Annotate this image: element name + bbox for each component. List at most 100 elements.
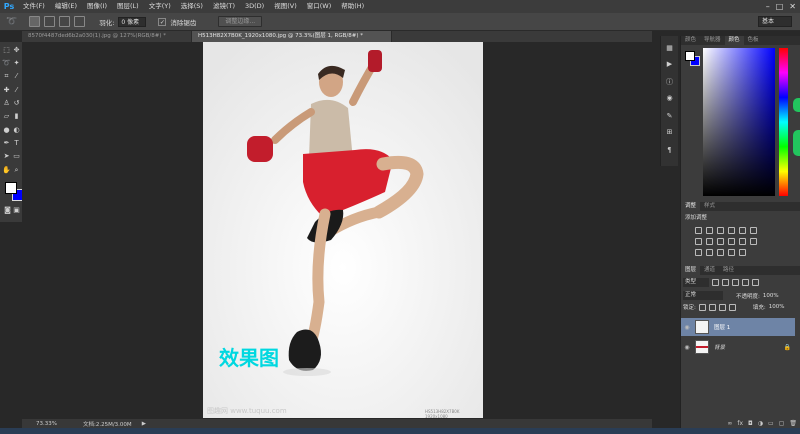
add-mask-icon[interactable]: ◘ <box>748 420 753 427</box>
menu-type[interactable]: 文字(Y) <box>144 0 176 13</box>
layer-kind-filter[interactable]: 类型 <box>683 278 709 287</box>
foreground-color-swatch[interactable] <box>5 182 17 194</box>
tab-color-2[interactable]: 颜色 <box>724 36 744 45</box>
actions-play-icon[interactable]: ▶ <box>665 60 674 69</box>
history-brush-icon[interactable]: ↺ <box>12 99 21 108</box>
brush-presets-icon[interactable]: ✎ <box>665 112 674 121</box>
opacity-input[interactable]: 100% <box>763 293 779 299</box>
magic-wand-icon[interactable]: ✦ <box>12 59 21 68</box>
crop-tool-icon[interactable]: ⌗ <box>2 72 11 81</box>
tab-paths[interactable]: 路径 <box>719 266 738 275</box>
pen-tool-icon[interactable]: ✒ <box>2 139 11 148</box>
layer-row-layer1[interactable]: ◉ 图层 1 <box>681 318 795 336</box>
new-selection-icon[interactable] <box>29 16 41 27</box>
tab-layers[interactable]: 图层 <box>681 266 701 275</box>
exposure-icon[interactable] <box>728 227 735 234</box>
layer-name[interactable]: 图层 1 <box>714 323 730 331</box>
menu-view[interactable]: 视图(V) <box>269 0 302 13</box>
lock-image-icon[interactable] <box>708 303 716 311</box>
color-picker-fg-swatch[interactable] <box>685 51 695 61</box>
type-tool-icon[interactable]: T <box>12 139 21 148</box>
smart-object-filter-icon[interactable] <box>752 279 759 286</box>
channel-mixer-icon[interactable] <box>739 238 746 245</box>
menu-window[interactable]: 窗口(W) <box>302 0 337 13</box>
shape-tool-icon[interactable]: ▭ <box>12 152 21 161</box>
document-canvas[interactable]: 效果图 图趣网 www.tuquu.com HS513H82X7B0K 1920… <box>203 42 483 418</box>
selective-color-icon[interactable] <box>728 249 735 256</box>
color-field[interactable] <box>703 48 775 196</box>
healing-brush-icon[interactable]: ✚ <box>2 86 11 95</box>
lock-position-icon[interactable] <box>718 303 726 311</box>
color-balance-icon[interactable] <box>706 238 713 245</box>
color-lookup-icon[interactable] <box>750 238 757 245</box>
menu-edit[interactable]: 编辑(E) <box>50 0 82 13</box>
clone-source-icon[interactable]: ⊞ <box>665 128 674 137</box>
menu-filter[interactable]: 滤镜(T) <box>208 0 240 13</box>
clone-stamp-icon[interactable]: ♙ <box>2 99 11 108</box>
status-arrow-icon[interactable]: ▶ <box>142 421 146 427</box>
brush-tool-icon[interactable]: ⁄ <box>12 86 21 95</box>
tab-document-2[interactable]: H513H82X7B0K_1920x1080.jpg @ 73.3%(图层 1,… <box>192 31 392 42</box>
paragraph-panel-icon[interactable]: ¶ <box>665 146 674 155</box>
add-selection-icon[interactable] <box>44 16 56 27</box>
pixel-filter-icon[interactable] <box>712 279 719 286</box>
refine-edge-button[interactable]: 调整边缘... <box>218 16 263 27</box>
invert-icon[interactable] <box>695 249 702 256</box>
tab-color-1[interactable]: 颜色 <box>681 36 700 45</box>
black-white-icon[interactable] <box>717 238 724 245</box>
layer-style-icon[interactable]: fx <box>737 420 743 427</box>
tab-adjustments[interactable]: 调整 <box>681 202 701 211</box>
gradient-tool-icon[interactable]: ▮ <box>12 112 21 121</box>
dodge-tool-icon[interactable]: ◐ <box>12 126 21 135</box>
move-tool-icon[interactable]: ✥ <box>12 46 21 55</box>
photo-filter-icon[interactable] <box>728 238 735 245</box>
minimize-icon[interactable]: – <box>766 0 770 13</box>
vibrance-icon[interactable] <box>739 227 746 234</box>
intersect-selection-icon[interactable] <box>74 16 86 27</box>
lasso-tool-preset-icon[interactable]: ➰ <box>6 17 17 27</box>
tab-channels[interactable]: 通道 <box>700 266 719 275</box>
link-layers-icon[interactable]: ∞ <box>727 420 732 427</box>
maximize-icon[interactable]: □ <box>776 0 784 13</box>
zoom-level[interactable]: 73.33% <box>36 421 57 427</box>
eyedropper-icon[interactable]: ⁄ <box>12 72 21 81</box>
quick-mask-icon[interactable]: ◙ <box>3 206 12 215</box>
delete-layer-icon[interactable]: 🗑 <box>789 420 797 427</box>
tab-document-1[interactable]: 8570f4487ded6b2a030(1).jpg @ 127%(RGB/8#… <box>22 31 192 42</box>
adjustment-filter-icon[interactable] <box>722 279 729 286</box>
new-adjustment-icon[interactable]: ◑ <box>758 420 763 427</box>
curves-icon[interactable] <box>717 227 724 234</box>
new-layer-icon[interactable]: ▢ <box>779 420 785 427</box>
menu-layer[interactable]: 图层(L) <box>112 0 144 13</box>
antialias-checkbox[interactable]: ✓ <box>158 17 167 26</box>
levels-icon[interactable] <box>706 227 713 234</box>
blur-tool-icon[interactable]: ● <box>2 126 11 135</box>
screen-mode-icon[interactable]: ▣ <box>12 206 21 215</box>
feather-input[interactable]: 0 像素 <box>118 16 147 27</box>
hue-slider[interactable] <box>779 48 788 196</box>
layer-row-background[interactable]: ◉ 背景 🔒 <box>681 338 795 356</box>
gradient-fill-icon[interactable] <box>739 249 746 256</box>
menu-help[interactable]: 帮助(H) <box>336 0 369 13</box>
subtract-selection-icon[interactable] <box>59 16 71 27</box>
history-panel-icon[interactable]: ▦ <box>665 44 674 53</box>
blend-mode-select[interactable]: 正常 <box>683 291 723 300</box>
new-group-icon[interactable]: ▭ <box>768 420 774 427</box>
eraser-tool-icon[interactable]: ▱ <box>2 112 11 121</box>
path-selection-icon[interactable]: ➤ <box>2 152 11 161</box>
visibility-eye-icon[interactable]: ◉ <box>681 324 693 331</box>
menu-3d[interactable]: 3D(D) <box>240 0 269 13</box>
menu-image[interactable]: 图像(I) <box>82 0 112 13</box>
fill-input[interactable]: 100% <box>769 304 785 310</box>
properties-panel-icon[interactable]: ◉ <box>665 94 674 103</box>
tab-swatches[interactable]: 色板 <box>744 36 763 45</box>
threshold-icon[interactable] <box>717 249 724 256</box>
posterize-icon[interactable] <box>706 249 713 256</box>
gradient-map-icon[interactable] <box>750 227 757 234</box>
close-icon[interactable]: ✕ <box>789 0 796 13</box>
type-filter-icon[interactable] <box>732 279 739 286</box>
zoom-tool-icon[interactable]: ⌕ <box>12 166 21 175</box>
hue-sat-icon[interactable] <box>695 238 702 245</box>
shape-filter-icon[interactable] <box>742 279 749 286</box>
lock-all-icon[interactable] <box>728 303 736 311</box>
